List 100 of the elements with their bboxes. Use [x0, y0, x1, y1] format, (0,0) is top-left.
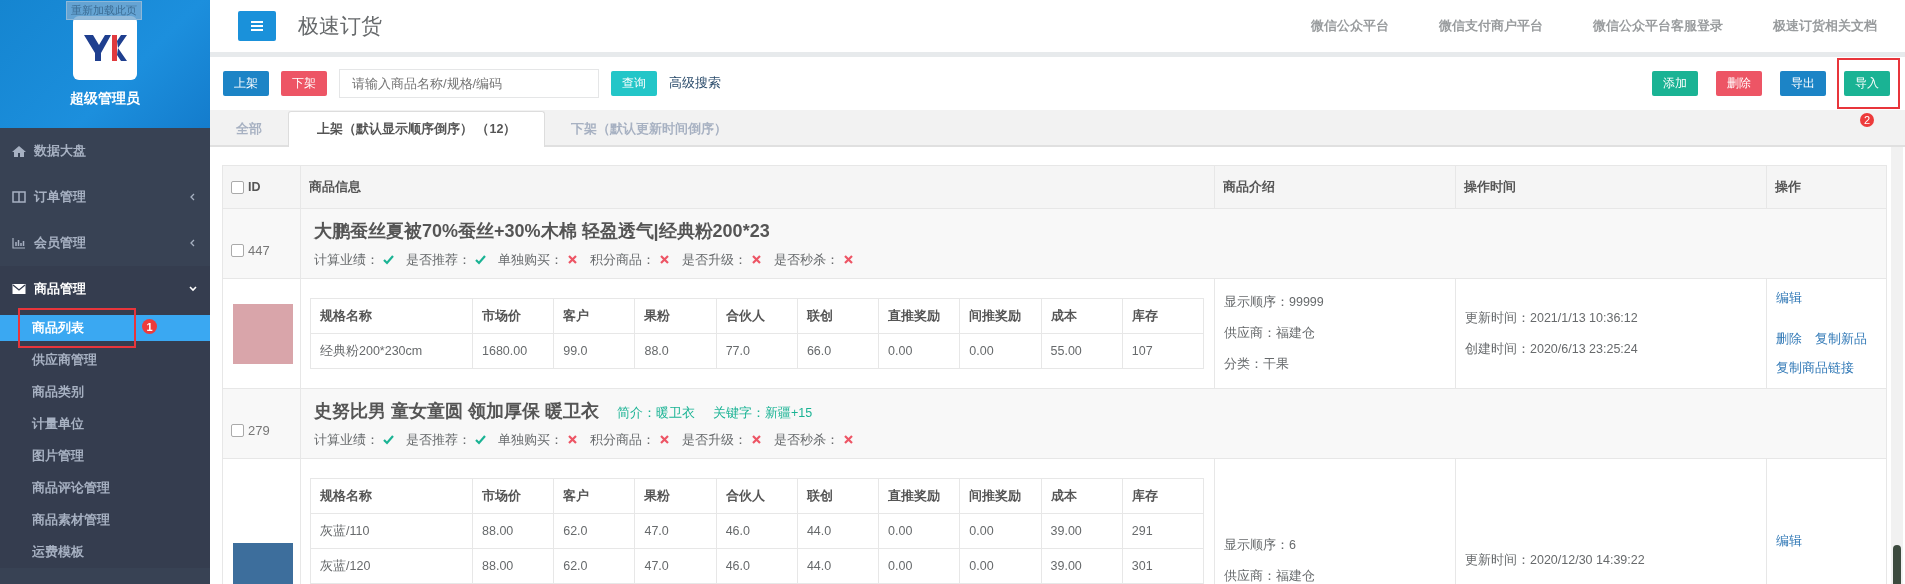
action-button[interactable]: 下架 [281, 71, 327, 96]
column-header: 库存 [1122, 478, 1204, 514]
column-header: ID [248, 180, 261, 194]
table-cell: 301 [1122, 548, 1204, 584]
submenu-item[interactable]: 图片管理 [32, 447, 84, 465]
action-button[interactable]: 删除 [1716, 71, 1762, 96]
header-link[interactable]: 微信公众平台 [1311, 17, 1389, 35]
flag-label: 单独购买： [498, 250, 563, 269]
checkbox[interactable] [231, 424, 244, 437]
action-link[interactable]: 编辑 [1776, 533, 1802, 550]
product-id: 447 [248, 243, 270, 258]
column-header: 库存 [1122, 298, 1204, 334]
menu-item[interactable]: 商品管理 [0, 266, 210, 312]
product-tag: 简介：暖卫衣 [617, 404, 695, 422]
table-cell: 66.0 [797, 333, 879, 369]
bar-chart-icon [12, 237, 26, 249]
header-link[interactable]: 微信公众平台客服登录 [1593, 17, 1723, 35]
header-link[interactable]: 极速订货相关文档 [1773, 17, 1877, 35]
table-cell: 88.00 [472, 548, 554, 584]
user-name: 超级管理员 [70, 90, 140, 108]
column-header: 成本 [1041, 478, 1123, 514]
table-cell: 0.00 [878, 548, 960, 584]
action-button[interactable]: 添加 [1652, 71, 1698, 96]
submenu-item[interactable]: 计量单位 [32, 415, 84, 433]
table-cell: 46.0 [716, 513, 798, 549]
table-cell: 88.0 [634, 333, 717, 369]
menu-item[interactable]: 数据大盘 [0, 128, 210, 174]
table-cell: 62.0 [553, 513, 635, 549]
submenu-item[interactable]: 商品类别 [32, 383, 84, 401]
columns-icon [12, 191, 26, 203]
advanced-search-link[interactable]: 高级搜索 [669, 75, 721, 92]
column-header: 商品信息 [300, 165, 1215, 209]
column-header: 市场价 [472, 298, 554, 334]
action-link[interactable]: 复制商品链接 [1776, 360, 1854, 377]
submenu-item[interactable]: 供应商管理 [32, 351, 97, 369]
envelope-icon [12, 283, 26, 295]
column-header: 成本 [1041, 298, 1123, 334]
action-link[interactable]: 复制新品 [1815, 331, 1867, 348]
flag-label: 是否秒杀： [774, 250, 839, 269]
submenu-item[interactable]: 商品列表 [32, 319, 84, 337]
flag-label: 是否升级： [682, 430, 747, 449]
flag-label: 计算业绩： [314, 430, 379, 449]
table-cell: 0.00 [959, 548, 1042, 584]
page-title: 极速订货 [298, 13, 383, 39]
column-header: 商品介绍 [1214, 165, 1456, 209]
column-header: 间推奖励 [959, 298, 1042, 334]
table-cell: 291 [1122, 513, 1204, 549]
table-cell: 44.0 [797, 548, 879, 584]
column-header: 果粉 [634, 478, 717, 514]
submenu-item[interactable]: 运费模板 [32, 543, 84, 561]
table-cell: 44.0 [797, 513, 879, 549]
table-cell: 77.0 [716, 333, 798, 369]
number-badge: 1 [142, 319, 157, 334]
table-cell: 46.0 [716, 548, 798, 584]
search-field[interactable]: 请输入商品名称/规格/编码 [339, 69, 599, 98]
table-cell: 99.0 [553, 333, 635, 369]
table-cell: 39.00 [1041, 548, 1123, 584]
action-button[interactable]: 导入 [1844, 71, 1890, 96]
action-button[interactable]: 导出 [1780, 71, 1826, 96]
column-header: 操作 [1766, 165, 1887, 209]
logo-mark-icon [82, 33, 128, 63]
header-link[interactable]: 微信支付商户平台 [1439, 17, 1543, 35]
column-header: 操作时间 [1455, 165, 1767, 209]
table-cell: 107 [1122, 333, 1204, 369]
menu-icon [251, 21, 263, 31]
column-header: 规格名称 [310, 478, 473, 514]
submenu-item[interactable]: 商品评论管理 [32, 479, 110, 497]
tab[interactable]: 上架（默认显示顺序倒序） （12） [288, 111, 546, 147]
scrollbar[interactable] [1891, 147, 1903, 584]
photo-placeholder [233, 303, 293, 364]
table-cell: 0.00 [878, 513, 960, 549]
action-link[interactable]: 删除 [1776, 331, 1802, 348]
menu-item[interactable]: 订单管理 [0, 174, 210, 220]
column-header: 客户 [553, 478, 635, 514]
home-icon [12, 145, 26, 157]
column-header: 果粉 [634, 298, 717, 334]
column-header: 间推奖励 [959, 478, 1042, 514]
column-header: 合伙人 [716, 478, 798, 514]
column-header: 直推奖励 [878, 298, 960, 334]
column-header: 联创 [797, 478, 879, 514]
table-cell: 47.0 [634, 513, 717, 549]
table-cell: 47.0 [634, 548, 717, 584]
menu-item[interactable]: 会员管理 [0, 220, 210, 266]
table-cell: 灰蓝/120 [310, 548, 473, 584]
menu-button[interactable] [238, 11, 276, 41]
info-text: 供应商：福建仓 [1224, 325, 1316, 342]
action-button[interactable]: 上架 [223, 71, 269, 96]
checkbox[interactable] [231, 180, 244, 194]
table-cell: 灰蓝/110 [310, 513, 473, 549]
submenu-item[interactable]: 商品素材管理 [32, 511, 110, 529]
info-text: 显示顺序：6 [1224, 537, 1297, 554]
table-cell: 经典粉200*230cm [310, 333, 473, 369]
flag-label: 是否秒杀： [774, 430, 839, 449]
table-cell: 0.00 [959, 513, 1042, 549]
info-text: 供应商：福建仓 [1224, 568, 1316, 584]
table-cell: 39.00 [1041, 513, 1123, 549]
action-link[interactable]: 编辑 [1776, 290, 1802, 307]
product-id: 279 [248, 423, 270, 438]
table-cell: 88.00 [472, 513, 554, 549]
checkbox[interactable] [231, 244, 244, 257]
